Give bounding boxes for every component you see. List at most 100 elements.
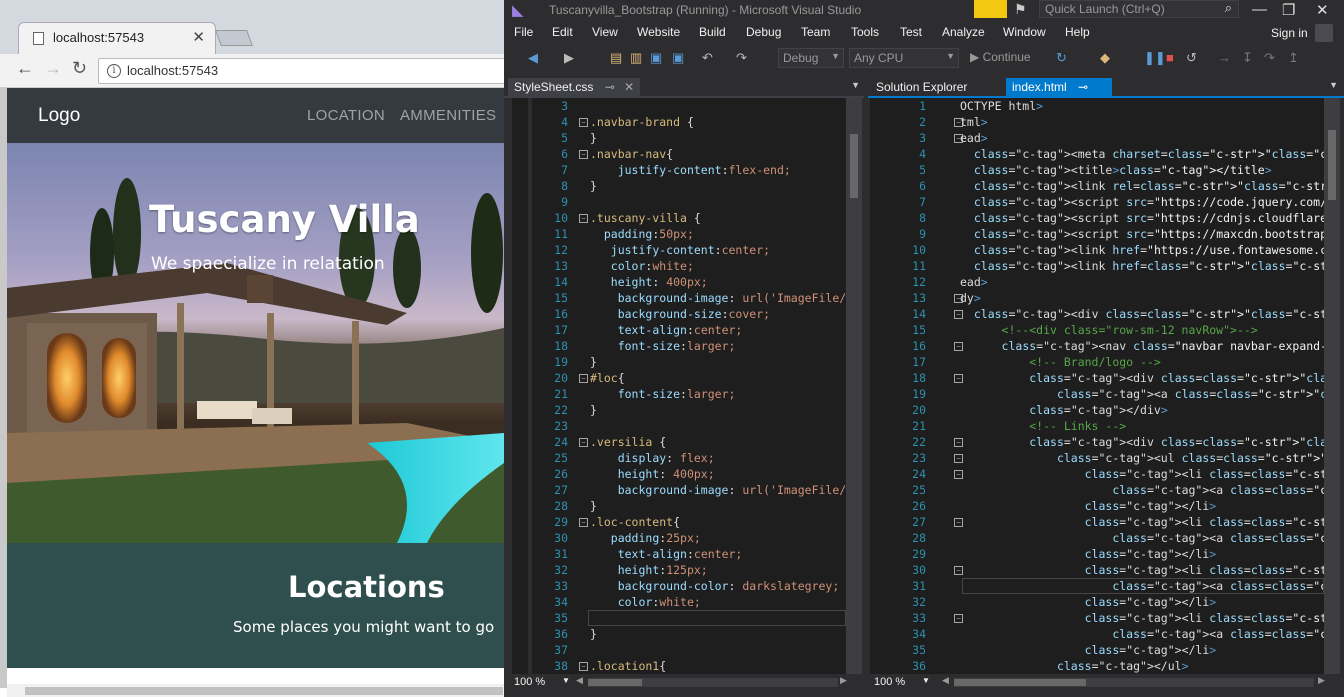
close-icon[interactable]: ✕ [192,28,205,46]
open-file-icon[interactable]: ▥ [630,50,642,66]
redo-icon[interactable]: ↷ [736,50,747,66]
menu-file[interactable]: File [514,25,533,39]
tab-dropdown-icon[interactable]: ▼ [1329,80,1338,90]
fold-toggle-icon[interactable]: − [579,438,588,447]
menu-window[interactable]: Window [1003,25,1046,39]
line-number: 17 [912,355,926,369]
menu-edit[interactable]: Edit [552,25,573,39]
continue-button[interactable]: ▶ Continue [970,50,1031,64]
close-window-icon[interactable]: ✕ [1316,1,1329,19]
forward-arrow-icon[interactable]: → [44,58,62,79]
fold-toggle-icon[interactable]: − [579,118,588,127]
back-arrow-icon[interactable]: ← [16,58,34,79]
feedback-flag-icon[interactable] [974,0,1007,18]
code-line: } [590,131,597,145]
html-horizontal-scrollbar[interactable] [954,678,1314,687]
html-code-editor[interactable]: 1 2−3−4 5 6 7 8 9 10 11 12 13−14−15 16−17 18−19 20 21 2… [870,98,1340,674]
quick-launch-input[interactable]: Quick Launch (Ctrl+Q) ⌕ [1039,0,1239,18]
address-bar[interactable]: i localhost:57543 [98,58,504,84]
new-tab-button[interactable] [215,30,253,46]
fold-toggle-icon[interactable]: − [579,374,588,383]
nav-forward-icon[interactable]: ▶ [564,50,574,66]
code-line: color:white; [617,595,701,609]
new-item-icon[interactable]: ▤ [610,50,622,66]
step-into-icon[interactable]: ↧ [1242,50,1253,66]
menu-view[interactable]: View [592,25,618,39]
code-line: class="c-tag"></ul> [1056,659,1189,673]
nav-link-location[interactable]: LOCATION [307,107,385,124]
step-out-icon[interactable]: ↥ [1288,50,1299,66]
menu-website[interactable]: Website [637,25,680,39]
zoom-dropdown-icon[interactable]: ▼ [562,676,570,685]
browser-window: localhost:57543 ✕ ← → ↻ i localhost:5754… [0,0,504,697]
minimize-icon[interactable]: — [1252,1,1267,18]
code-line: text-align:center; [617,323,743,337]
scroll-right-icon[interactable]: ▶ [840,675,847,686]
menu-build[interactable]: Build [699,25,726,39]
line-number: 8 [919,211,926,225]
close-icon[interactable]: ✕ [624,80,634,94]
sign-in-link[interactable]: Sign in [1271,26,1308,40]
save-all-icon[interactable]: ▣ [672,50,684,66]
zoom-dropdown-icon[interactable]: ▼ [922,676,930,685]
code-line: class="c-tag"></li> [1084,595,1217,609]
platform-select[interactable]: Any CPU ▼ [849,48,959,68]
zoom-level[interactable]: 100 % [874,676,905,688]
search-icon[interactable]: ⌕ [1225,0,1232,16]
pause-icon[interactable]: ❚❚ [1144,50,1166,66]
menu-debug[interactable]: Debug [746,25,781,39]
fold-toggle-icon[interactable]: − [579,150,588,159]
config-select[interactable]: Debug ▼ [778,48,844,68]
reload-icon[interactable]: ↻ [72,58,87,79]
account-icon[interactable] [1315,24,1333,42]
pin-icon[interactable]: ⊸ [605,80,615,94]
line-number: 9 [919,227,926,241]
fold-toggle-icon[interactable]: − [579,662,588,671]
hero-title: Tuscany Villa [149,198,420,241]
tab-solution-explorer[interactable]: Solution Explorer [870,78,973,97]
css-vertical-scrollbar[interactable] [846,98,862,674]
fold-toggle-icon[interactable]: − [579,518,588,527]
info-icon[interactable]: i [107,64,121,78]
line-number: 28 [912,531,926,545]
tab-dropdown-icon[interactable]: ▼ [851,80,860,90]
pin-icon[interactable]: ⊸ [1078,80,1088,94]
zoom-level[interactable]: 100 % [514,676,545,688]
tab-stylesheet-css[interactable]: StyleSheet.css ⊸ ✕ [508,78,641,97]
line-number: 6 [919,179,926,193]
line-number: 26 [912,499,926,513]
line-number: 12 [554,243,568,257]
scroll-left-icon[interactable]: ◀ [942,675,949,686]
horizontal-scrollbar[interactable] [7,684,504,697]
undo-icon[interactable]: ↶ [702,50,713,66]
scroll-right-icon[interactable]: ▶ [1318,675,1325,686]
config-value: Debug [783,51,819,65]
browser-link-icon[interactable]: ◆ [1100,50,1110,66]
css-code-editor[interactable]: 3 4−5 6−7 8 9 10−11 12 13 14 15 16 17 18 19 20−21 22 23 2… [512,98,862,674]
restart-icon[interactable]: ↺ [1186,50,1197,66]
line-number: 26 [554,467,568,481]
line-number: 24 [554,435,568,449]
step-over-icon[interactable]: ↷ [1264,50,1275,66]
code-line: <!--<div class="row-sm-12 navRow">--> [960,323,1258,337]
html-vertical-scrollbar[interactable] [1324,98,1340,674]
feedback-icon[interactable]: ⚑ [1014,1,1027,18]
tab-index-html[interactable]: index.html ⊸ ✕ [1006,78,1112,108]
site-logo[interactable]: Logo [38,105,80,127]
menu-analyze[interactable]: Analyze [942,25,985,39]
step-icon[interactable]: → [1218,50,1231,65]
menu-help[interactable]: Help [1065,25,1090,39]
menu-team[interactable]: Team [801,25,830,39]
refresh-icon[interactable]: ↻ [1056,50,1067,66]
stop-icon[interactable]: ■ [1166,50,1174,65]
scroll-left-icon[interactable]: ◀ [576,675,583,686]
menu-test[interactable]: Test [900,25,922,39]
save-icon[interactable]: ▣ [650,50,662,66]
nav-link-ammenities[interactable]: AMMENITIES [400,107,496,124]
menu-tools[interactable]: Tools [851,25,879,39]
fold-toggle-icon[interactable]: − [579,214,588,223]
browser-tab[interactable]: localhost:57543 ✕ [18,22,216,54]
nav-back-icon[interactable]: ◀ [528,50,538,66]
maximize-icon[interactable]: ❐ [1282,1,1295,19]
css-horizontal-scrollbar[interactable] [588,678,838,687]
